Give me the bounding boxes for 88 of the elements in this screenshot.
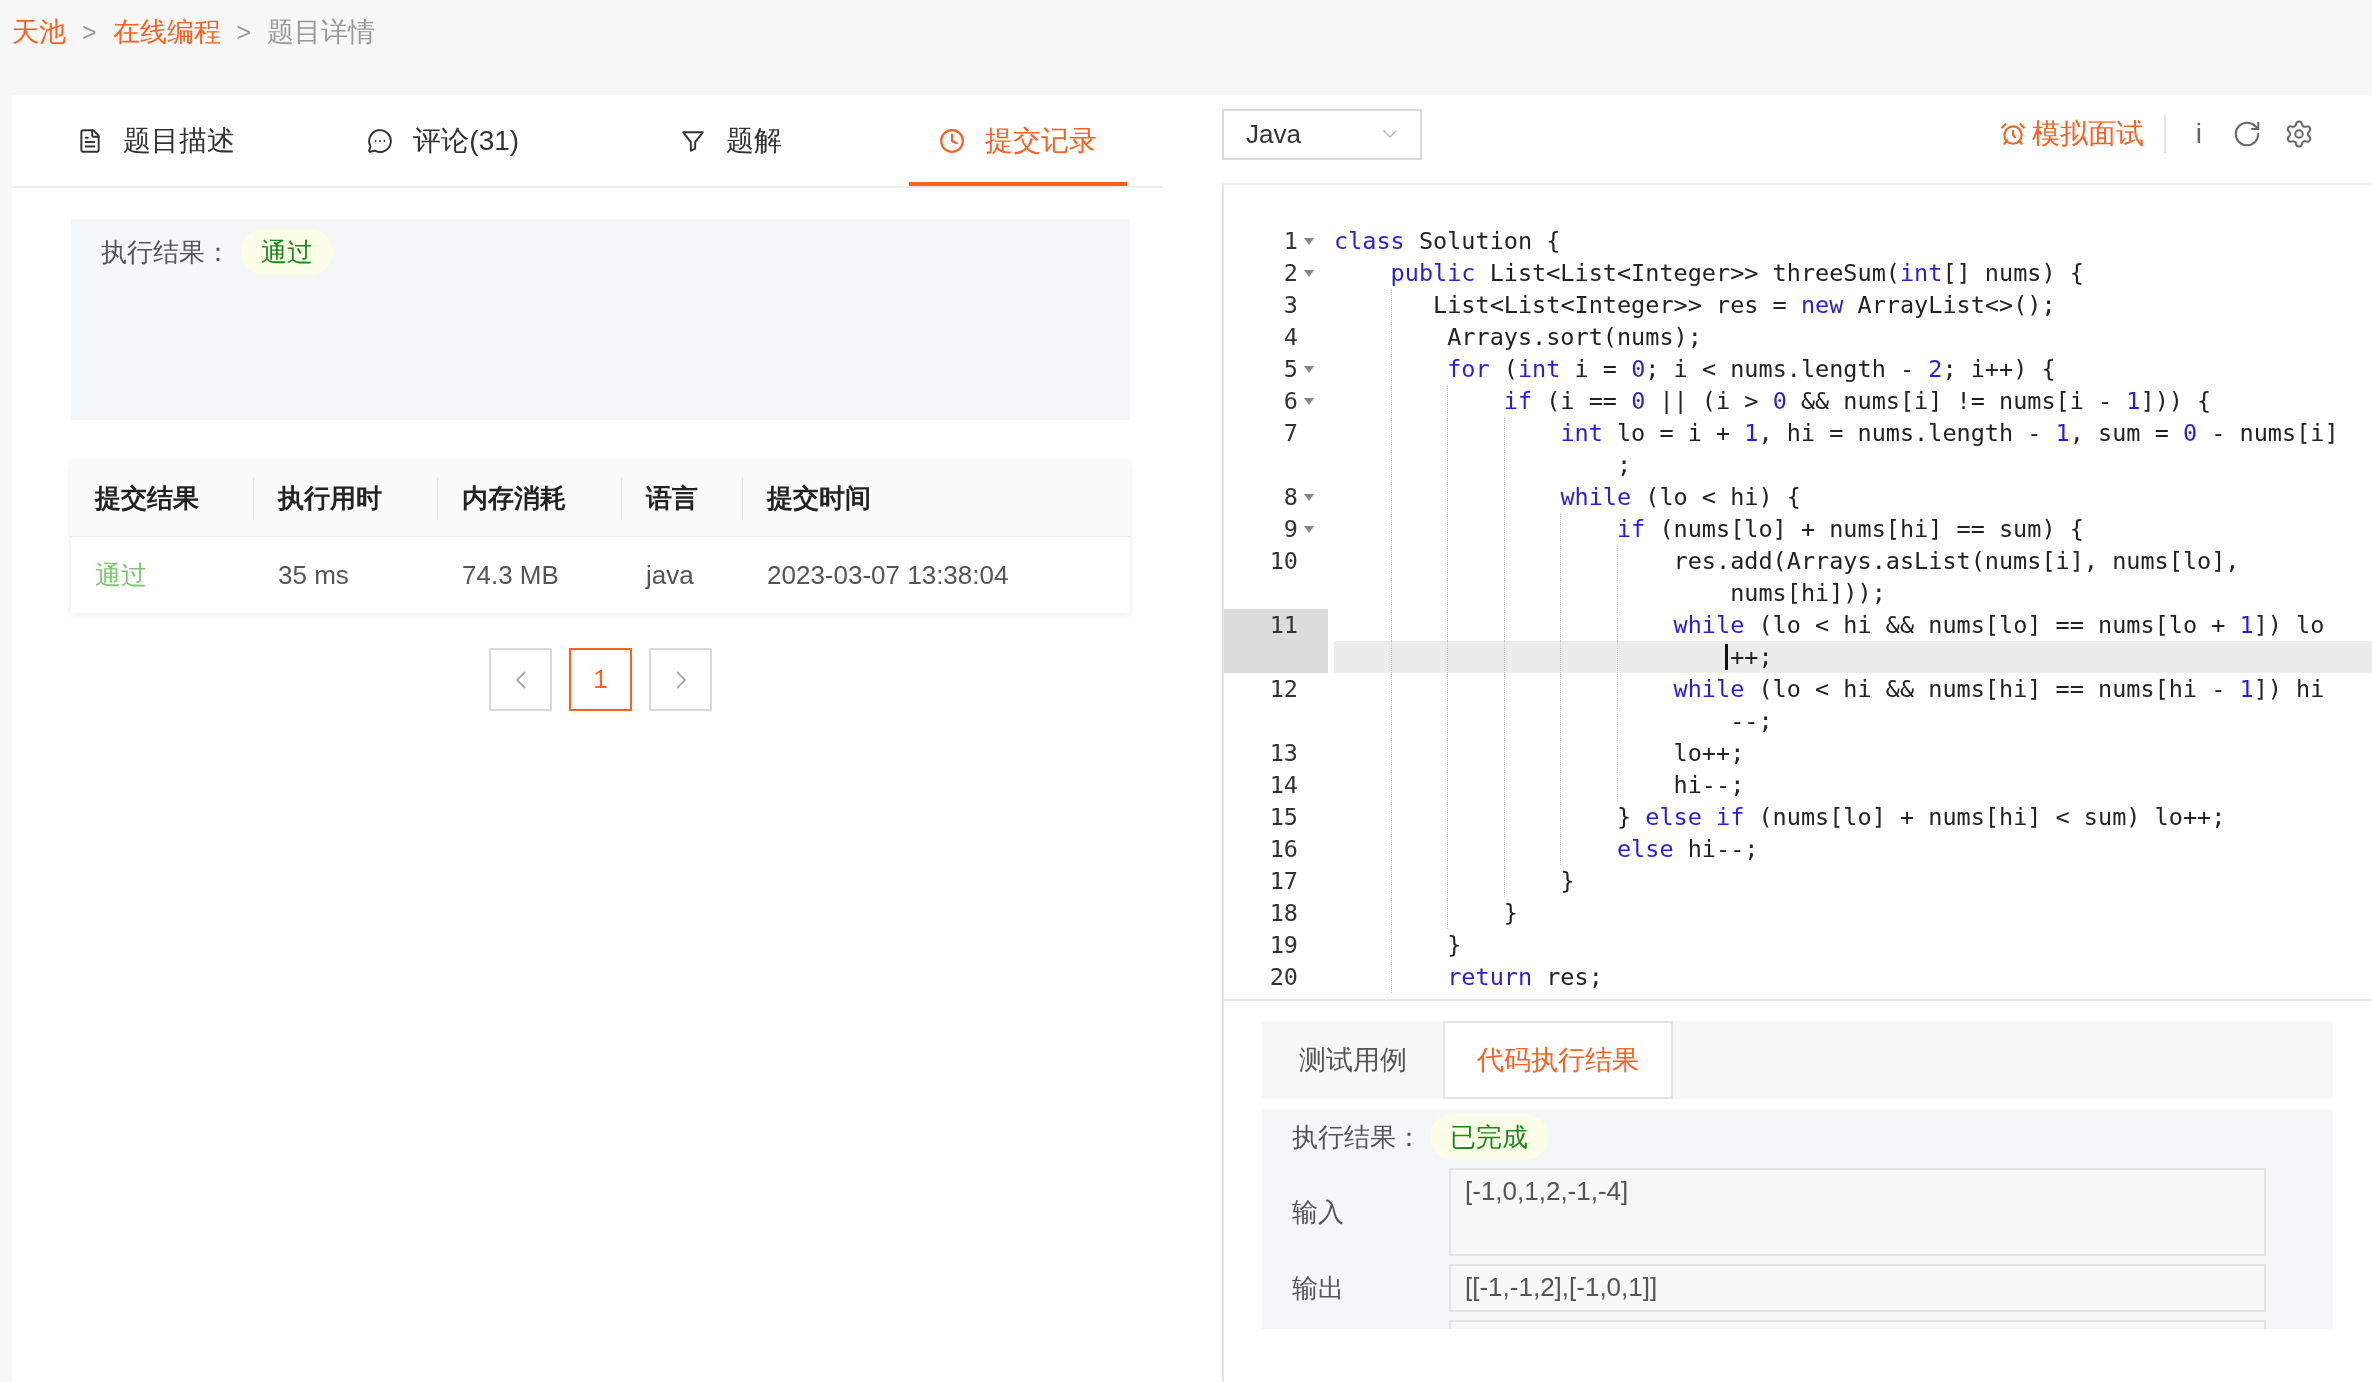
console-tab[interactable]: 代码执行结果	[1443, 1021, 1673, 1099]
field-label: 输出	[1292, 1271, 1345, 1305]
code-line: if (i == 0 || (i > 0 && nums[i] != nums[i - 1])) {	[1503, 387, 2212, 415]
line-number: 6	[1283, 386, 1298, 417]
line-number: 17	[1269, 866, 1298, 897]
code-line: while (lo < hi && nums[lo] == nums[lo + 1]) lo	[1673, 611, 2325, 639]
result-label: 执行结果：	[1292, 1121, 1422, 1154]
line-number: 12	[1269, 674, 1298, 705]
text-cursor	[1725, 644, 1729, 670]
line-number: 15	[1269, 802, 1298, 833]
code-line: }	[1560, 867, 1575, 895]
fold-caret-icon[interactable]	[1304, 237, 1314, 245]
line-number: 19	[1269, 930, 1298, 961]
tab[interactable]: 题解	[649, 95, 812, 186]
alarm-clock-icon	[1999, 121, 2026, 147]
result-label: 执行结果：	[101, 236, 231, 269]
mock-interview-button[interactable]: 模拟面试	[1999, 115, 2166, 153]
line-number: 3	[1283, 290, 1298, 321]
field-label: 输入	[1292, 1195, 1345, 1229]
table-cell: 35 ms	[278, 559, 349, 591]
code-line: lo++;	[1673, 739, 1745, 767]
line-number: 5	[1283, 354, 1298, 385]
tab[interactable]: 题目描述	[46, 95, 265, 186]
column-header: 内存消耗	[462, 482, 566, 515]
line-number: 20	[1269, 962, 1298, 993]
breadcrumb-separator: >	[236, 17, 252, 48]
page-button[interactable]: 1	[569, 648, 632, 711]
line-number: 14	[1269, 770, 1298, 801]
breadcrumb-separator: >	[82, 17, 97, 48]
line-number: 2	[1283, 258, 1298, 289]
info-button[interactable]: i	[2187, 118, 2210, 150]
line-number: 18	[1269, 898, 1298, 929]
code-line: res.add(Arrays.asList(nums[i], nums[lo],	[1673, 547, 2240, 575]
table-cell-text: 通过	[95, 558, 147, 592]
chevron-right-icon	[675, 670, 686, 689]
line-number: 8	[1283, 482, 1298, 513]
line-number: 9	[1283, 514, 1298, 545]
fold-caret-icon[interactable]	[1304, 269, 1314, 277]
code-line: int lo = i + 1, hi = nums.length - 1, sum = 0 - nums[i]	[1560, 419, 2339, 447]
code-line: while (lo < hi && nums[hi] == nums[hi - 1]) hi	[1673, 675, 2325, 703]
code-line: --;	[1730, 707, 1773, 735]
console-tab[interactable]: 测试用例	[1262, 1021, 1443, 1099]
code-line: if (nums[lo] + nums[hi] == sum) {	[1616, 515, 2084, 543]
language-select[interactable]: Java	[1222, 108, 1422, 160]
line-number: 7	[1283, 418, 1298, 449]
fold-caret-icon[interactable]	[1304, 525, 1314, 533]
status-badge: 通过	[241, 229, 333, 275]
column-header: 语言	[646, 482, 698, 515]
output-field[interactable]: [[-1,-1,2],[-1,0,1]]	[1449, 1264, 2266, 1312]
code-line: for (int i = 0; i < nums.length - 2; i++) {	[1447, 355, 2056, 383]
code-line: ;	[1616, 451, 1632, 479]
code-line: Arrays.sort(nums);	[1447, 323, 1702, 351]
fold-caret-icon[interactable]	[1304, 397, 1314, 405]
table-cell: 74.3 MB	[462, 559, 559, 591]
line-number: 16	[1269, 834, 1298, 865]
tab[interactable]: 评论(31)	[337, 95, 550, 186]
code-line: return res;	[1447, 963, 1603, 991]
column-header: 提交结果	[95, 482, 199, 515]
line-number: 4	[1283, 322, 1298, 353]
code-line: }	[1503, 899, 1518, 927]
settings-icon[interactable]	[2284, 119, 2314, 149]
comment-icon	[367, 127, 394, 154]
line-number: 13	[1269, 738, 1298, 769]
column-header: 执行用时	[278, 482, 382, 515]
code-line: else hi--;	[1616, 835, 1759, 863]
code-line: }	[1447, 931, 1462, 959]
column-header: 提交时间	[767, 482, 871, 515]
refresh-icon[interactable]	[2232, 119, 2262, 149]
status-badge: 已完成	[1430, 1114, 1548, 1160]
code-line: public List<List<Integer>> threeSum(int[] nums) {	[1390, 259, 2084, 287]
code-line: hi--;	[1673, 771, 1745, 799]
line-number: 10	[1269, 546, 1298, 577]
code-line: List<List<Integer>> res = new ArrayList<>();	[1433, 291, 2056, 319]
chevron-left-icon	[515, 670, 526, 689]
code-line: } else if (nums[lo] + nums[hi] < sum) lo++;	[1616, 803, 2226, 831]
clock-icon	[939, 127, 966, 154]
line-number: 11	[1269, 610, 1298, 641]
tab[interactable]: 提交记录	[909, 95, 1128, 186]
line-number: 1	[1283, 226, 1298, 257]
fold-caret-icon[interactable]	[1304, 493, 1314, 501]
table-cell: 2023-03-07 13:38:04	[767, 559, 1009, 591]
code-line: ++;	[1730, 643, 1773, 671]
code-line: class Solution {	[1334, 227, 1561, 255]
fold-caret-icon[interactable]	[1304, 365, 1314, 373]
table-cell: java	[646, 559, 694, 591]
output-field[interactable]: [-1,0,1,2,-1,-4]	[1449, 1168, 2266, 1256]
code-line: nums[hi]));	[1730, 579, 1886, 607]
code-line: while (lo < hi) {	[1560, 483, 1801, 511]
